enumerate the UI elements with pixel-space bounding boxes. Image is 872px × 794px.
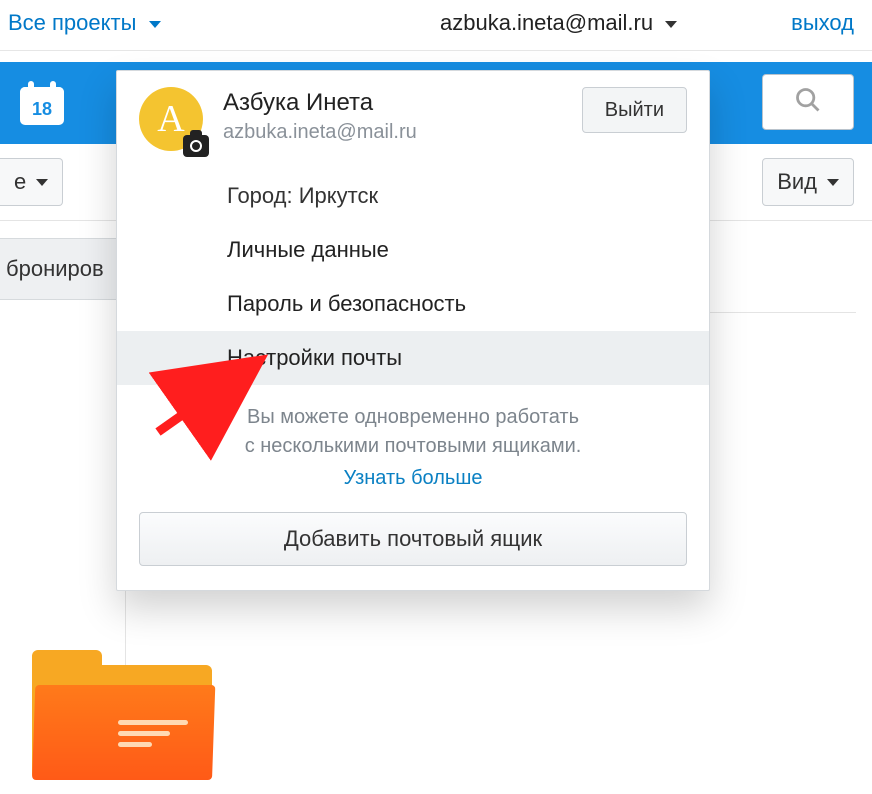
camera-icon[interactable] xyxy=(183,135,209,157)
left-dropdown-tail: е xyxy=(14,169,26,195)
calendar-icon[interactable]: 18 xyxy=(16,77,68,129)
menu-item-mail-settings[interactable]: Настройки почты xyxy=(117,331,709,385)
add-mailbox-label: Добавить почтовый ящик xyxy=(284,526,542,552)
account-name: Азбука Инета xyxy=(223,89,582,117)
add-mailbox-button[interactable]: Добавить почтовый ящик xyxy=(139,512,687,566)
city-label: Город: Иркутск xyxy=(227,183,378,208)
folder-icon[interactable] xyxy=(32,650,212,780)
left-filter-label: брониров xyxy=(6,256,104,282)
current-account-email: azbuka.ineta@mail.ru xyxy=(440,10,653,35)
multi-mailbox-hint: Вы можете одновременно работать с нескол… xyxy=(117,385,709,463)
popover-header: A Азбука Инета azbuka.ineta@mail.ru Выйт… xyxy=(117,71,709,159)
view-label: Вид xyxy=(777,169,817,195)
chevron-down-icon xyxy=(36,179,48,186)
popover-menu: Город: Иркутск Личные данные Пароль и бе… xyxy=(117,169,709,385)
chevron-down-icon xyxy=(665,21,677,28)
chevron-down-icon xyxy=(149,21,161,28)
view-dropdown[interactable]: Вид xyxy=(762,158,854,206)
all-projects-dropdown[interactable]: Все проекты xyxy=(8,10,161,36)
menu-item-personal-data[interactable]: Личные данные xyxy=(117,223,709,277)
menu-item-label: Настройки почты xyxy=(227,345,402,370)
left-filter-chip-partial[interactable]: брониров xyxy=(0,238,127,300)
svg-text:18: 18 xyxy=(32,99,52,119)
account-popover: A Азбука Инета azbuka.ineta@mail.ru Выйт… xyxy=(116,70,710,591)
menu-item-password-security[interactable]: Пароль и безопасность xyxy=(117,277,709,331)
hint-line-2: с несколькими почтовыми ящиками. xyxy=(245,435,582,457)
logout-label: выход xyxy=(791,10,854,35)
sign-out-button[interactable]: Выйти xyxy=(582,87,687,133)
account-identity: Азбука Инета azbuka.ineta@mail.ru xyxy=(223,87,582,144)
avatar[interactable]: A xyxy=(139,87,203,151)
menu-item-label: Пароль и безопасность xyxy=(227,291,466,316)
sign-out-label: Выйти xyxy=(605,99,664,122)
search-icon xyxy=(794,86,822,118)
logout-link[interactable]: выход xyxy=(791,10,854,36)
current-account-dropdown[interactable]: azbuka.ineta@mail.ru xyxy=(440,10,677,36)
city-row: Город: Иркутск xyxy=(117,169,709,223)
account-email: azbuka.ineta@mail.ru xyxy=(223,121,582,144)
menu-item-label: Личные данные xyxy=(227,237,389,262)
learn-more-link[interactable]: Узнать больше xyxy=(117,467,709,490)
hint-line-1: Вы можете одновременно работать xyxy=(247,406,579,428)
chevron-down-icon xyxy=(827,179,839,186)
all-projects-label: Все проекты xyxy=(8,10,136,35)
top-bar: Все проекты azbuka.ineta@mail.ru выход xyxy=(0,0,872,51)
left-dropdown-partial[interactable]: е xyxy=(0,158,63,206)
search-button[interactable] xyxy=(762,74,854,130)
